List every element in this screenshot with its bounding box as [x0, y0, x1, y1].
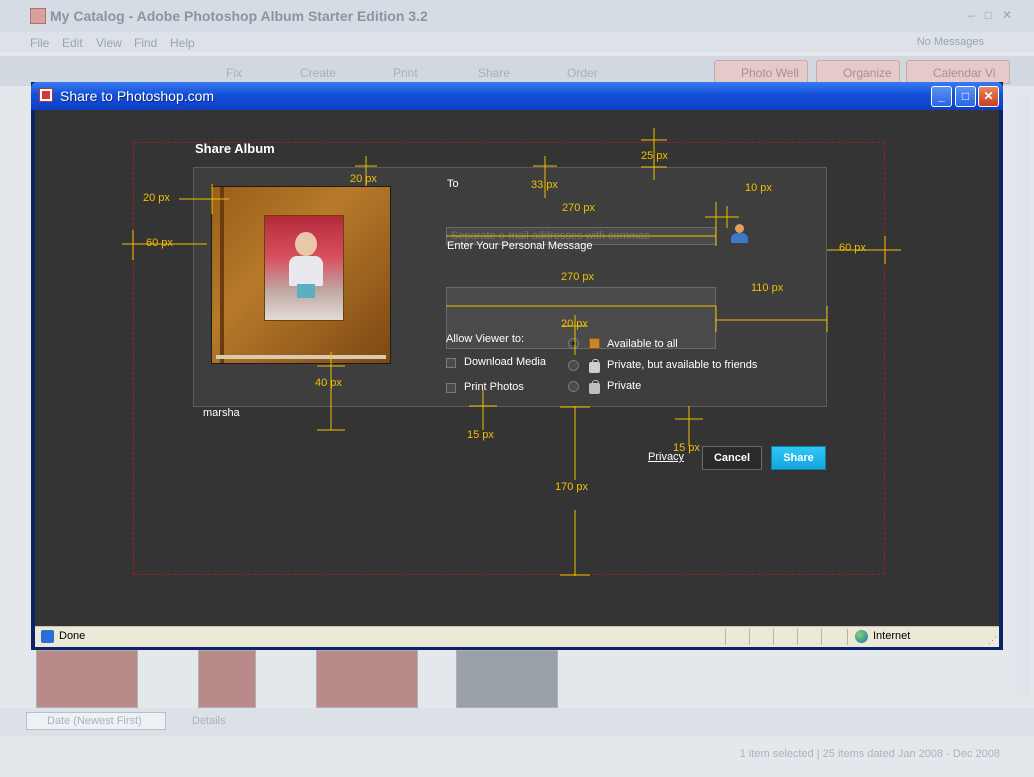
details-checkbox-label: Details: [192, 715, 226, 727]
status-separator: [749, 629, 750, 645]
toolbar-create: Create: [300, 66, 337, 80]
background-window-buttons: –□✕: [968, 8, 1022, 22]
photoshop-window-icon: [39, 88, 53, 102]
window-statusbar: Done Internet ⋰: [35, 626, 999, 647]
measure-to-width: 270 px: [562, 202, 596, 214]
window-title: Share to Photoshop.com: [60, 88, 215, 104]
measurement-guides: [122, 128, 901, 576]
close-button[interactable]: ✕: [978, 86, 999, 107]
share-content: Share Album marsha To Enter Your Persona…: [35, 110, 999, 626]
measure-left-margin: 60 px: [146, 237, 173, 249]
thumbnail: [316, 650, 418, 708]
sort-dropdown: Date (Newest First): [26, 712, 166, 730]
minimize-button[interactable]: _: [931, 86, 952, 107]
thumbnail: [198, 650, 256, 708]
toolbar-fix: Fix: [226, 66, 242, 80]
thumbnail: [36, 650, 138, 708]
thumbnail: [456, 650, 558, 708]
measure-album-left: 20 px: [143, 192, 170, 204]
status-separator: [773, 629, 774, 645]
menu-edit: Edit: [62, 36, 83, 50]
album-app-icon: [30, 8, 46, 24]
measure-button-top: 15 px: [673, 442, 700, 454]
resize-grip-icon[interactable]: ⋰: [988, 635, 997, 646]
measure-checkbox-bottom: 15 px: [467, 429, 494, 441]
tab-photo-well: Photo Well: [714, 60, 808, 84]
toolbar-print: Print: [393, 66, 418, 80]
background-scrollbar: [1016, 96, 1030, 696]
window-titlebar[interactable]: Share to Photoshop.com _ □ ✕: [31, 82, 1003, 110]
measure-message-right: 110 px: [751, 282, 784, 294]
status-done-text: Done: [59, 630, 86, 642]
background-app-title: My Catalog - Adobe Photoshop Album Start…: [50, 8, 428, 24]
measure-top-gap: 25 px: [641, 150, 668, 162]
measure-icon-gap: 10 px: [745, 182, 772, 194]
status-done: Done: [41, 630, 86, 643]
no-messages-label: No Messages: [916, 36, 984, 48]
measure-album-bottom: 40 px: [315, 377, 342, 389]
background-status-text: 1 item selected | 25 items dated Jan 200…: [739, 748, 1000, 760]
status-zone: Internet: [855, 630, 911, 643]
status-separator: [725, 629, 726, 645]
measure-bottom-gap: 170 px: [555, 481, 589, 493]
toolbar-share: Share: [478, 66, 511, 80]
background-thumbnails: [30, 650, 590, 708]
status-separator: [847, 629, 848, 645]
share-window: Share to Photoshop.com _ □ ✕ Share Album…: [31, 82, 1003, 650]
menu-file: File: [30, 36, 50, 50]
globe-icon: [855, 630, 868, 643]
maximize-button[interactable]: □: [955, 86, 976, 107]
tab-calendar-view: Calendar Vi: [906, 60, 1010, 84]
tab-organize: Organize: [816, 60, 900, 84]
menu-find: Find: [134, 36, 158, 50]
menu-view: View: [96, 36, 122, 50]
measure-message-width: 270 px: [561, 271, 595, 283]
menu-help: Help: [170, 36, 195, 50]
measure-album-top: 20 px: [350, 173, 377, 185]
toolbar-order: Order: [567, 66, 598, 80]
measure-right-margin: 60 px: [839, 242, 866, 254]
page-icon: [41, 630, 54, 643]
status-separator: [797, 629, 798, 645]
status-separator: [821, 629, 822, 645]
measure-radio-gap: 20 px: [561, 318, 588, 330]
status-zone-text: Internet: [873, 630, 911, 642]
measure-to-gap: 33 px: [531, 179, 558, 191]
